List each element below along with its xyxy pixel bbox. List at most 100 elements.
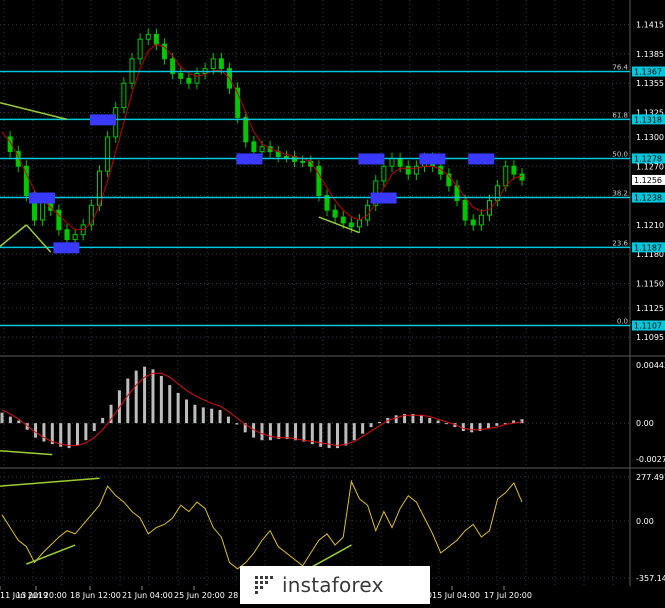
candle-body	[300, 160, 306, 163]
price-tick-label: 1.1300	[636, 133, 664, 142]
histogram-bar	[470, 423, 474, 433]
fib-ratio-label: 38.2	[612, 190, 628, 198]
date-label: 18 Jun 12:00	[70, 591, 121, 600]
candle-body	[64, 229, 70, 241]
fib-ratio-label: 61.8	[612, 111, 628, 119]
candle-body	[283, 155, 289, 158]
histogram-bar	[185, 399, 189, 424]
histogram-bar	[294, 423, 298, 441]
date-label: 17 Jul 20:00	[484, 591, 532, 600]
fib-ratio-label: 76.4	[612, 64, 628, 72]
candle-body	[519, 173, 525, 181]
histogram-bar	[344, 423, 348, 446]
histogram-bar	[168, 385, 172, 424]
candle-body	[243, 116, 249, 143]
candle-body	[389, 157, 395, 167]
candle-body	[316, 165, 322, 197]
level-marker	[90, 114, 116, 126]
histogram-bar	[235, 423, 239, 425]
histogram-bar	[352, 423, 356, 441]
histogram-bar	[75, 423, 79, 446]
candle-body	[72, 234, 78, 241]
histogram-bar	[361, 423, 365, 434]
oscillator-tick-label: 0.00	[636, 517, 654, 526]
candle-body	[405, 165, 411, 175]
price-tick-label: 1.1150	[636, 279, 664, 288]
histogram-bar	[176, 392, 180, 424]
trend-line	[0, 449, 53, 456]
histogram-bar	[193, 404, 197, 424]
candle-body	[153, 33, 159, 45]
candle-body	[251, 141, 257, 153]
histogram-bar	[0, 412, 4, 424]
level-marker	[358, 153, 385, 165]
chart-canvas: 1.14151.13851.13551.13251.13001.12701.12…	[0, 0, 665, 600]
candle-body	[357, 219, 362, 228]
histogram-tick-label: 0.00	[636, 419, 654, 428]
date-label: 13 Jun 20:00	[16, 591, 67, 600]
date-label: 21 Jun 04:00	[122, 591, 173, 600]
histogram-bar	[285, 423, 289, 439]
histogram-bar	[268, 423, 272, 441]
histogram-bar	[302, 423, 306, 442]
histogram-bar	[428, 417, 432, 424]
histogram-bar	[151, 369, 155, 424]
histogram-bar	[59, 423, 63, 447]
histogram-bar	[143, 366, 147, 424]
fib-ratio-label: 0.0	[617, 318, 628, 326]
histogram-bar	[67, 423, 71, 449]
instaforex-logo-icon	[255, 576, 273, 594]
histogram-bar	[34, 423, 38, 438]
candle-body	[137, 38, 143, 60]
price-tick-label: 1.1210	[636, 221, 664, 230]
watermark-text: instaforex	[282, 573, 384, 597]
candle-body	[462, 199, 468, 221]
level-marker	[419, 153, 446, 165]
histogram-bar	[84, 423, 88, 441]
histogram-tick-label: -0.00273	[636, 455, 665, 464]
candle-body	[470, 219, 476, 226]
fib-price-tag-label: 1.1238	[634, 194, 662, 203]
level-marker	[53, 242, 80, 254]
fib-price-tag-label: 1.1318	[634, 115, 662, 124]
trend-line	[0, 477, 100, 487]
level-marker	[468, 153, 495, 165]
histogram-bar	[436, 420, 440, 424]
level-marker	[236, 153, 263, 165]
date-label: 15 Jul 04:00	[432, 591, 480, 600]
candle-body	[259, 146, 265, 153]
price-tick-label: 1.1095	[636, 333, 664, 342]
histogram-bar	[369, 423, 373, 428]
level-marker	[29, 192, 55, 204]
price-tick-label: 1.1270	[636, 162, 664, 171]
histogram-bar	[377, 421, 381, 424]
price-tick-label: 1.1355	[636, 79, 664, 88]
histogram-tick-label: 0.00443	[636, 361, 665, 370]
histogram-bar	[8, 416, 12, 424]
candle-body	[397, 157, 403, 167]
candle-body	[194, 72, 200, 84]
watermark-logo: instaforex	[240, 566, 430, 604]
histogram-bar	[210, 408, 214, 424]
candle-body	[210, 58, 216, 70]
fib-ratio-label: 23.6	[612, 239, 628, 247]
oscillator-tick-label: -357.148	[636, 574, 665, 583]
current-price-label: 1.1256	[634, 176, 662, 185]
fib-price-tag-label: 1.1278	[634, 154, 662, 163]
histogram-bar	[218, 410, 222, 424]
trend-line	[26, 544, 76, 565]
histogram-bar	[159, 375, 163, 424]
level-marker	[370, 192, 397, 204]
histogram-bar	[126, 378, 130, 424]
price-tick-label: 1.1125	[636, 304, 664, 313]
fib-price-tag-label: 1.1107	[634, 322, 662, 331]
price-tick-label: 1.1415	[636, 21, 664, 30]
trend-line	[25, 224, 52, 253]
trading-chart: 1.1415 1.1385 1.1355 1.1325 1.1300 1.1270 1.12…	[0, 0, 665, 604]
candle-body	[332, 209, 338, 218]
histogram-bar	[461, 423, 465, 432]
histogram-bar	[17, 420, 21, 424]
histogram-bar	[101, 417, 105, 424]
histogram-bar	[92, 423, 96, 432]
histogram-bar	[134, 370, 138, 424]
